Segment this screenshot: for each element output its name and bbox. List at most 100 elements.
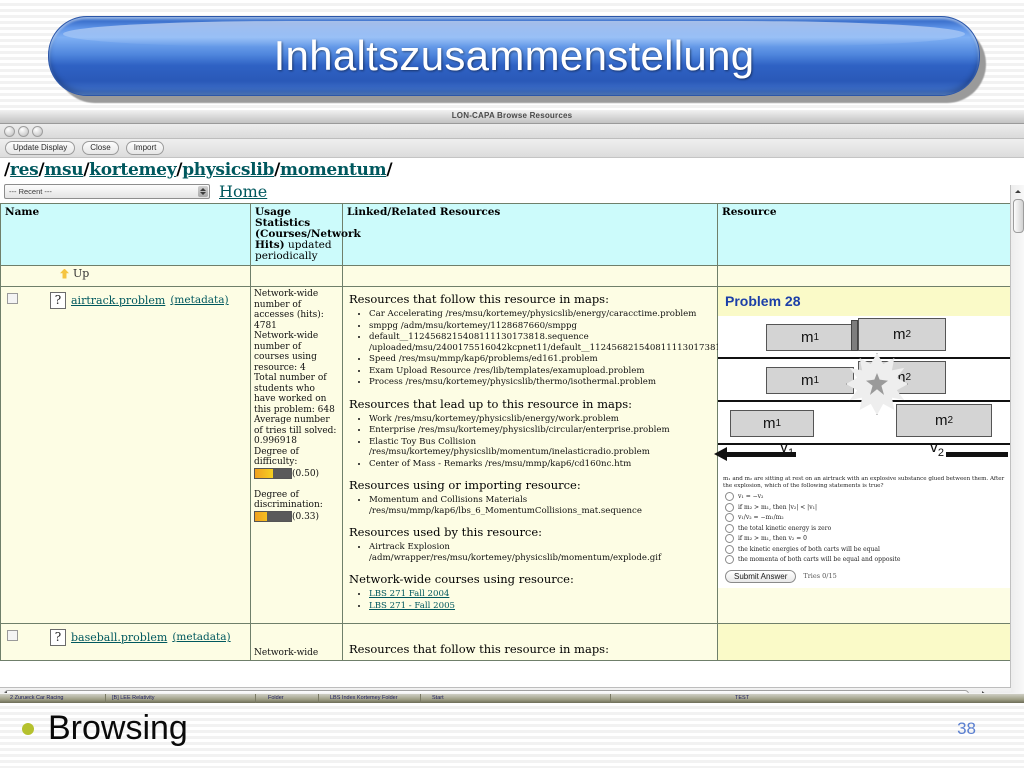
taskbar-item[interactable]: [B] LEE Relativity [112,695,155,701]
option-row[interactable]: v₁/v₂ = −m₁/m₂ [718,513,1010,524]
list-item[interactable]: Airtrack Explosion /adm/wrapper/res/msu/… [369,542,713,563]
row-checkbox[interactable] [7,630,18,641]
table-row-up[interactable]: Up [0,265,1011,287]
option-label: if m₂ > m₁, then v₂ = 0 [738,535,807,542]
unknown-type-icon: ? [50,292,66,309]
metadata-link[interactable]: (metadata) [170,294,228,306]
preview-header: Problem 28 [718,287,1010,316]
linked-group: Resources that lead up to this resource … [347,397,713,470]
usage-hits: Network-wide number of accesses (hits): … [254,289,324,331]
breadcrumb-res[interactable]: res [10,160,39,180]
list-item[interactable]: LBS 271 Fall 2004 [369,589,713,600]
resource-filename-link[interactable]: baseball.problem [71,631,167,644]
radio-icon[interactable] [725,502,734,512]
breadcrumb-kortemey[interactable]: kortemey [89,160,176,180]
list-item[interactable]: Momentum and Collisions Materials /res/m… [369,495,713,516]
window-titlebar[interactable]: LON-CAPA Browse Resources [0,110,1024,124]
breadcrumb-momentum[interactable]: momentum [280,160,387,180]
update-display-button[interactable]: Update Display [5,141,76,155]
minimize-icon[interactable] [18,126,29,137]
chevron-updown-icon [198,186,208,197]
column-header-resource: Resource [717,203,1011,266]
list-item[interactable]: Exam Upload Resource /res/lib/templates/… [369,366,713,377]
taskbar-sliver[interactable]: 2 Zurueck Car Racing [B] LEE Relativity … [0,694,1024,703]
linked-heading: Resources that follow this resource in m… [349,642,609,656]
course-link[interactable]: LBS 271 - Fall 2005 [369,601,455,611]
linked-list: Car Accelerating /res/msu/kortemey/physi… [347,309,770,388]
radio-icon[interactable] [725,523,734,533]
list-item[interactable]: Process /res/msu/kortemey/physicslib/the… [369,377,713,388]
close-button[interactable]: Close [82,141,119,155]
taskbar-item[interactable]: LBS Index Kortemey Folder [330,695,398,701]
table-row: ? airtrack.problem (metadata) Network-wi… [0,286,1011,624]
list-item[interactable]: Enterprise /res/msu/kortemey/physicslib/… [369,425,713,436]
option-row[interactable]: v₁ = −v₂ [718,492,1010,503]
breadcrumb-msu[interactable]: msu [44,160,83,180]
resource-preview: Problem 28 m1 m2 m1 m2 m 1 m 2 v1 v2 m₁ … [714,287,1010,588]
taskbar-item[interactable]: 2 Zurueck Car Racing [10,695,64,701]
recent-select[interactable]: --- Recent --- [4,184,210,199]
option-row[interactable]: the kinetic energies of both carts will … [718,544,1010,556]
taskbar-item[interactable]: Start [432,695,444,701]
course-link[interactable]: LBS 271 Fall 2004 [369,589,449,599]
page-title: Inhaltszusammenstellung [273,32,755,79]
list-item[interactable]: Elastic Toy Bus Collision /res/msu/korte… [369,437,713,458]
window-title: LON-CAPA Browse Resources [451,111,573,120]
option-label: if m₂ > m₁, then |v₂| < |v₁| [738,503,818,511]
linked-list: Airtrack Explosion /adm/wrapper/res/msu/… [347,542,713,563]
option-row[interactable]: if m₂ > m₁, then v₂ = 0 [718,534,1010,545]
mass2-block-after: m2 [896,404,992,437]
metadata-link[interactable]: (metadata) [172,631,230,643]
up-name-cell[interactable]: Up [0,265,251,287]
list-item[interactable]: smppg /adm/msu/kortemey/1128687660/smppg [369,321,713,332]
figure-row-after: m1 m2 [718,402,1010,445]
close-icon[interactable] [4,126,15,137]
list-item[interactable]: default__1124568215408111130173818.seque… [369,332,770,353]
scroll-right-icon[interactable] [982,690,991,693]
vertical-scroll-thumb[interactable] [1013,199,1024,233]
option-row[interactable]: the total kinetic energy is zero [718,523,1010,535]
bullet-icon [22,722,34,735]
scroll-up-icon[interactable] [1013,187,1022,196]
mass1-block-after: m1 [730,410,814,437]
taskbar-item[interactable]: TEST [735,695,749,701]
list-item[interactable]: Car Accelerating /res/msu/kortemey/physi… [369,309,713,320]
list-item[interactable]: Speed /res/msu/mmp/kap6/problems/ed161.p… [369,354,713,365]
scroll-left-icon[interactable] [2,690,11,693]
difficulty-value: (0.50) [292,468,320,479]
mass2-block-before: m2 [858,318,946,351]
horizontal-scroll-thumb[interactable] [4,690,969,693]
list-item[interactable]: Work /res/msu/kortemey/physicslib/energy… [369,414,713,425]
option-row[interactable]: the momenta of both carts will be equal … [718,555,1010,566]
breadcrumb-physicslib[interactable]: physicslib [182,160,274,180]
radio-icon[interactable] [725,534,734,543]
row-linked-cell: Resources that follow this resource in m… [342,286,770,624]
radio-icon[interactable] [725,513,734,522]
difficulty-bar [254,467,292,479]
linked-list: Momentum and Collisions Materials /res/m… [347,495,713,516]
list-item[interactable]: LBS 271 - Fall 2005 [369,601,713,612]
question-text: m₁ and m₂ are sitting at rest on an airt… [723,476,1005,489]
linked-group: Network-wide courses using resource: LBS… [347,572,713,611]
resource-filename-link[interactable]: airtrack.problem [71,294,165,307]
radio-icon[interactable] [725,544,734,554]
taskbar-item[interactable]: Folder [268,695,284,701]
horizontal-scrollbar[interactable] [0,687,1011,693]
vertical-scrollbar[interactable] [1010,185,1024,693]
linked-heading: Resources used by this resource: [349,525,543,539]
radio-icon[interactable] [725,555,734,564]
home-link[interactable]: Home [219,182,267,201]
mass1-block-before: m1 [766,324,854,351]
zoom-icon[interactable] [32,126,43,137]
row-checkbox[interactable] [7,293,18,304]
recent-select-value: --- Recent --- [9,187,52,196]
list-item[interactable]: Center of Mass - Remarks /res/msu/mmp/ka… [369,459,713,470]
import-button[interactable]: Import [125,141,165,155]
option-label: the total kinetic energy is zero [738,524,832,532]
scroll-down-icon[interactable] [1013,690,1022,693]
submit-answer-button[interactable]: Submit Answer [725,569,797,583]
bullet-row: Browsing [22,709,188,748]
option-row[interactable]: if m₂ > m₁, then |v₂| < |v₁| [718,502,1010,514]
linked-heading: Resources using or importing resource: [349,478,581,492]
radio-icon[interactable] [725,492,734,501]
